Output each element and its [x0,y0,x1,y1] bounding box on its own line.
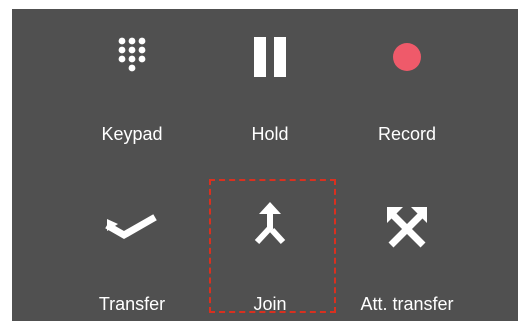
keypad-icon [67,27,197,87]
transfer-label: Transfer [98,294,166,314]
call-controls-panel: Keypad Hold Record Transfer Join Att. tr… [12,9,518,321]
record-button[interactable]: Record [342,17,472,167]
keypad-button[interactable]: Keypad [67,17,197,167]
pause-icon [205,27,335,87]
transfer-check-icon [67,197,197,257]
merge-arrow-icon [205,197,335,257]
keypad-label: Keypad [101,124,163,144]
att-transfer-button[interactable]: Att. transfer [342,185,472,335]
join-button[interactable]: Join [205,185,335,335]
record-label: Record [377,124,437,144]
hold-button[interactable]: Hold [205,17,335,167]
record-dot-icon [342,27,472,87]
attended-transfer-icon [342,197,472,257]
transfer-button[interactable]: Transfer [67,185,197,335]
hold-label: Hold [251,124,289,144]
att-transfer-label: Att. transfer [360,294,454,314]
join-label: Join [253,294,287,314]
